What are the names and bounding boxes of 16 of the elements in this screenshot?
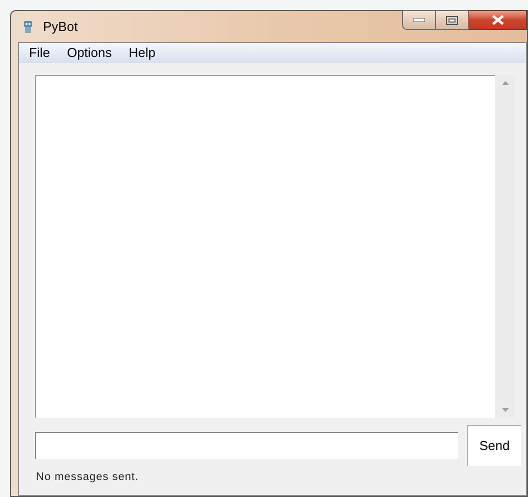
window-title: PyBot	[43, 18, 78, 36]
menu-item[interactable]: Options	[66, 43, 112, 63]
minimize-icon	[413, 18, 425, 22]
maximize-button[interactable]	[436, 10, 469, 30]
scroll-up-icon	[502, 81, 508, 85]
menu-item[interactable]: File	[29, 43, 50, 63]
message-input[interactable]	[35, 432, 458, 459]
minimize-button[interactable]	[402, 10, 436, 30]
scroll-down-icon	[502, 408, 508, 412]
send-button[interactable]: Send	[467, 425, 521, 466]
menu-item[interactable]: Help	[128, 43, 156, 63]
close-button[interactable]	[469, 10, 527, 30]
robot-icon	[22, 20, 34, 34]
status-text: No messages sent.	[36, 470, 140, 485]
maximize-icon	[446, 16, 458, 24]
close-icon	[492, 15, 504, 25]
